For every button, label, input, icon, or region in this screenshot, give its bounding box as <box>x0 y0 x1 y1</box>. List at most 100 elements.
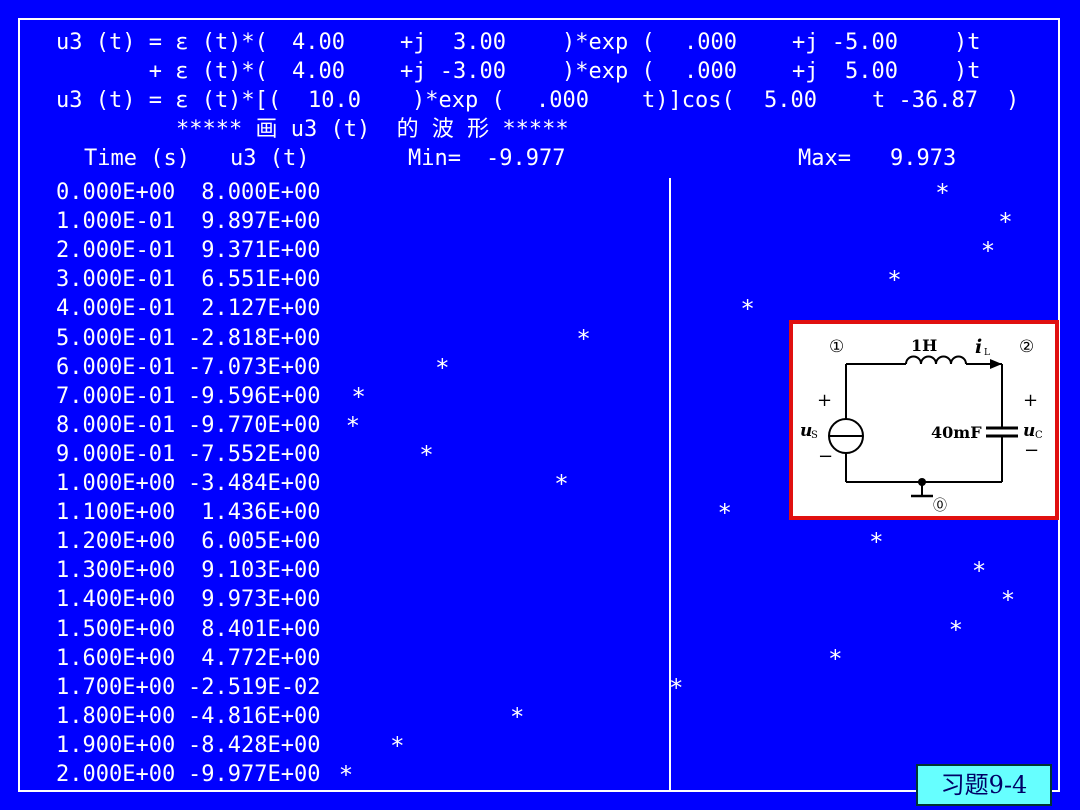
table-row: 4.000E-01 2.127E+00 <box>56 294 346 323</box>
waveform-point: * <box>740 295 755 324</box>
eq2-t: )t <box>954 59 981 84</box>
value-cell: 8.000E+00 <box>188 180 321 205</box>
header-max-label: Max= <box>798 146 851 171</box>
result-phase: t -36.87 <box>872 88 978 113</box>
time-cell: 1.700E+00 <box>56 674 176 700</box>
inductor-coil <box>905 355 967 365</box>
time-cell: 2.000E-01 <box>56 238 176 264</box>
waveform-point: * <box>510 702 525 731</box>
table-row: 7.000E-01 -9.596E+00 <box>56 382 346 411</box>
eq1-exp: )*exp ( <box>562 30 655 55</box>
time-cell: 4.000E-01 <box>56 296 176 322</box>
value-cell: -8.428E+00 <box>188 732 321 758</box>
time-cell: 1.300E+00 <box>56 558 176 584</box>
node-2-label: ② <box>1019 337 1034 357</box>
result-amp: 10.0 <box>308 88 361 113</box>
waveform-point: * <box>576 324 591 353</box>
time-cell: 1.400E+00 <box>56 587 176 613</box>
value-cell: -7.552E+00 <box>188 441 321 467</box>
value-cell: 9.897E+00 <box>188 209 321 235</box>
result-exp: )*exp ( <box>412 88 505 113</box>
table-row: 1.400E+00 9.973E+00 <box>56 585 346 614</box>
eq1-omega: +j -5.00 <box>792 30 898 55</box>
time-cell: 0.000E+00 <box>56 180 176 205</box>
value-cell: -7.073E+00 <box>188 354 321 380</box>
waveform-point: * <box>345 411 361 440</box>
waveform-point: * <box>668 673 684 702</box>
waveform-point: * <box>980 237 996 266</box>
value-cell: 2.127E+00 <box>188 296 321 322</box>
table-row: 2.000E+00 -9.977E+00 <box>56 760 346 789</box>
time-cell: 9.000E-01 <box>56 441 176 467</box>
node-0-label: ⓪ <box>933 498 947 514</box>
table-row: 1.700E+00 -2.519E-02 <box>56 673 346 702</box>
table-row: 1.200E+00 6.005E+00 <box>56 527 346 556</box>
table-row: 8.000E-01 -9.770E+00 <box>56 411 346 440</box>
eq1-lhs: u3 (t) = ε (t)*( <box>56 30 268 55</box>
table-row: 1.000E+00 -3.484E+00 <box>56 469 346 498</box>
waveform-point: * <box>435 353 450 382</box>
table-row: 1.800E+00 -4.816E+00 <box>56 702 346 731</box>
cap-voltage-label: u <box>1023 421 1035 441</box>
value-cell: -3.484E+00 <box>188 471 321 496</box>
waveform-point: * <box>338 761 354 789</box>
time-cell: 7.000E-01 <box>56 383 176 409</box>
node-1-label: ① <box>829 337 844 357</box>
table-row: 1.100E+00 1.436E+00 <box>56 498 346 527</box>
value-cell: -2.519E-02 <box>188 674 321 700</box>
time-cell: 1.500E+00 <box>56 616 176 642</box>
waveform-point: * <box>935 179 950 207</box>
table-row: 1.300E+00 9.103E+00 <box>56 556 346 585</box>
cap-plus: + <box>1023 390 1038 411</box>
eq2-sigma: .000 <box>684 59 737 84</box>
value-cell: 9.103E+00 <box>188 558 321 584</box>
time-cell: 1.000E+00 <box>56 471 176 496</box>
waveform-point: * <box>998 208 1013 237</box>
value-cell: 6.551E+00 <box>188 267 321 293</box>
cap-minus: − <box>1024 440 1039 461</box>
equation-line-1: u3 (t) = ε (t)*( 4.00 +j 3.00 )*exp ( .0… <box>56 28 1006 57</box>
waveform-point: * <box>887 266 902 295</box>
header-min-value: -9.977 <box>486 146 566 171</box>
result-line: u3 (t) = ε (t)*[( 10.0 )*exp ( .000 t)]c… <box>56 86 1026 115</box>
result-lhs: u3 (t) = ε (t)*[( <box>56 88 282 113</box>
waveform-point: * <box>351 382 366 411</box>
value-cell: 8.401E+00 <box>188 616 321 642</box>
waveform-point: * <box>948 615 964 644</box>
table-header: Time (s) u3 (t) Min= -9.977 Max= 9.973 <box>84 144 984 173</box>
table-row: 2.000E-01 9.371E+00 <box>56 236 346 265</box>
eq1-imag: +j 3.00 <box>400 30 506 55</box>
table-row: 6.000E-01 -7.073E+00 <box>56 353 346 382</box>
eq1-t: )t <box>954 30 981 55</box>
circuit-svg: ① ② ⓪ 1H i L u S + − 40mF u C + − <box>800 336 1043 514</box>
waveform-point: * <box>419 440 434 469</box>
value-cell: -2.818E+00 <box>188 325 321 351</box>
waveform-title: ***** 画 u3 (t) 的 波 形 ***** <box>176 115 736 144</box>
eq2-lhs: + ε (t)*( <box>56 59 268 84</box>
table-row: 3.000E-01 6.551E+00 <box>56 265 346 294</box>
eq2-imag: +j -3.00 <box>400 59 506 84</box>
header-value: u3 (t) <box>230 146 310 171</box>
time-cell: 1.200E+00 <box>56 529 176 555</box>
source-plus: + <box>817 390 832 411</box>
eq1-real: 4.00 <box>292 30 345 55</box>
equation-line-2: + ε (t)*( 4.00 +j -3.00 )*exp ( .000 +j … <box>56 57 1006 86</box>
table-row: 1.500E+00 8.401E+00 <box>56 615 346 644</box>
value-cell: 6.005E+00 <box>188 529 321 555</box>
time-cell: 1.600E+00 <box>56 645 176 671</box>
eq1-sigma: .000 <box>684 30 737 55</box>
value-cell: 4.772E+00 <box>188 645 321 671</box>
waveform-point: * <box>869 528 884 557</box>
time-cell: 1.000E-01 <box>56 209 176 235</box>
eq2-omega: +j 5.00 <box>792 59 898 84</box>
value-cell: 1.436E+00 <box>188 500 321 526</box>
waveform-point: * <box>390 731 405 760</box>
time-cell: 8.000E-01 <box>56 412 176 438</box>
time-cell: 6.000E-01 <box>56 354 176 380</box>
table-row: 1.000E-01 9.897E+00 <box>56 207 346 236</box>
source-minus: − <box>818 446 833 467</box>
time-cell: 1.900E+00 <box>56 732 176 758</box>
header-min-label: Min= <box>408 146 461 171</box>
waveform-point: * <box>1000 586 1016 615</box>
header-time: Time (s) <box>84 146 190 171</box>
